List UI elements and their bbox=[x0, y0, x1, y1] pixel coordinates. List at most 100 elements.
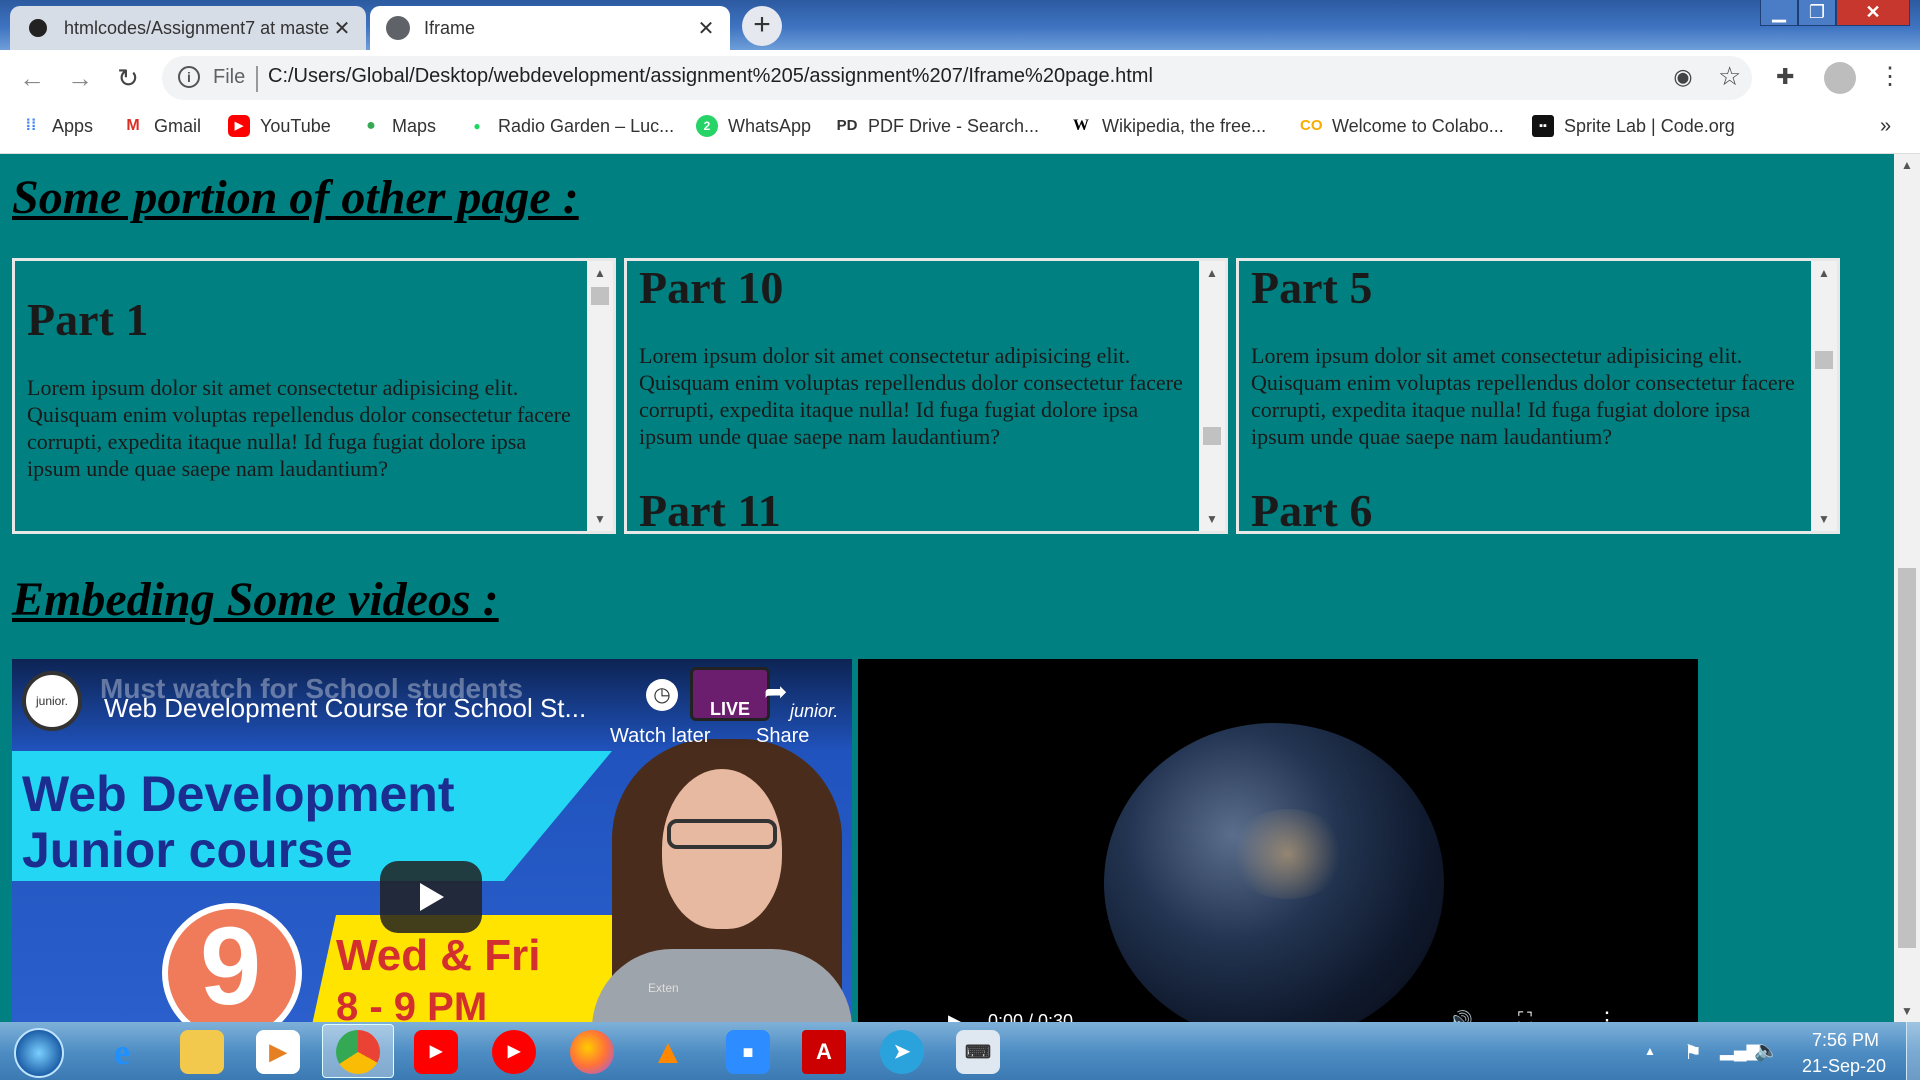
new-tab-button[interactable]: + bbox=[742, 6, 782, 46]
reload-button[interactable]: ↻ bbox=[112, 62, 144, 94]
gmail-icon: M bbox=[126, 117, 140, 134]
video-menu-icon[interactable]: ⋮ bbox=[1596, 1007, 1618, 1023]
youtube-music-icon[interactable]: ▶ bbox=[492, 1030, 536, 1074]
iframe-part-10[interactable]: Part 10 Lorem ipsum dolor sit amet conse… bbox=[624, 258, 1228, 534]
bookmark-maps[interactable]: ● Maps bbox=[360, 114, 436, 138]
tab-github[interactable]: htmlcodes/Assignment7 at maste ✕ bbox=[10, 6, 366, 50]
bookmark-label: Wikipedia, the free... bbox=[1102, 115, 1267, 136]
code-org-icon: ▪▪ bbox=[1532, 115, 1554, 137]
scroll-up-arrow-icon[interactable]: ▲ bbox=[1811, 261, 1837, 285]
iframe-part-5[interactable]: Part 5 Lorem ipsum dolor sit amet consec… bbox=[1236, 258, 1840, 534]
scroll-thumb[interactable] bbox=[1815, 351, 1833, 369]
menu-icon[interactable]: ⋮ bbox=[1878, 62, 1902, 92]
telegram-icon[interactable]: ➤ bbox=[880, 1030, 924, 1074]
youtube-app-icon[interactable]: ▶ bbox=[414, 1030, 458, 1074]
bookmark-colab[interactable]: CO Welcome to Colabo... bbox=[1300, 114, 1504, 138]
maximize-button[interactable]: ❐ bbox=[1798, 0, 1836, 26]
scroll-up-arrow-icon[interactable]: ▲ bbox=[1894, 154, 1920, 176]
bookmark-label: Maps bbox=[392, 115, 437, 136]
youtube-icon: ▶ bbox=[228, 115, 250, 137]
tab-close-button[interactable]: ✕ bbox=[694, 16, 718, 41]
close-window-button[interactable]: ✕ bbox=[1836, 0, 1910, 26]
bookmark-label: PDF Drive - Search... bbox=[868, 115, 1040, 136]
iframe-scrollbar[interactable]: ▲ ▼ bbox=[1811, 261, 1837, 531]
part-heading: Part 5 bbox=[1251, 262, 1373, 313]
scroll-up-arrow-icon[interactable]: ▲ bbox=[1199, 261, 1225, 285]
info-icon[interactable]: i bbox=[178, 66, 200, 88]
clock-time[interactable]: 7:56 PM bbox=[1812, 1030, 1879, 1051]
url-text[interactable]: C:/Users/Global/Desktop/webdevelopment/a… bbox=[268, 65, 1153, 88]
channel-avatar[interactable]: junior. bbox=[22, 671, 82, 731]
scroll-thumb[interactable] bbox=[591, 287, 609, 305]
live-badge: LIVE bbox=[690, 667, 770, 721]
on-screen-keyboard-icon[interactable]: ⌨ bbox=[956, 1030, 1000, 1074]
bookmark-code-org[interactable]: ▪▪ Sprite Lab | Code.org bbox=[1532, 114, 1735, 138]
profile-avatar[interactable] bbox=[1824, 62, 1856, 94]
back-button[interactable]: ← bbox=[16, 62, 48, 94]
forward-button[interactable]: → bbox=[64, 62, 96, 94]
eye-off-icon[interactable]: ◉ bbox=[1670, 64, 1696, 90]
video-title[interactable]: Web Development Course for School St... bbox=[104, 693, 586, 724]
volume-icon[interactable]: 🔊 bbox=[1448, 1009, 1473, 1023]
more-bookmarks-button[interactable]: » bbox=[1880, 114, 1891, 138]
bookmark-apps[interactable]: ⁞⁞ Apps bbox=[20, 114, 93, 138]
video-player[interactable]: ▶ 0:00 / 0:30 🔊 ⛶ ⋮ bbox=[858, 659, 1698, 1023]
share-icon[interactable]: ➦ bbox=[764, 677, 800, 707]
zoom-icon[interactable]: ■ bbox=[726, 1030, 770, 1074]
bookmark-whatsapp[interactable]: 2 WhatsApp bbox=[696, 114, 811, 138]
page-scrollbar[interactable]: ▲ ▼ bbox=[1894, 154, 1920, 1022]
iframe-part-1[interactable]: Part 1 Lorem ipsum dolor sit amet consec… bbox=[12, 258, 616, 534]
address-divider bbox=[256, 66, 258, 92]
youtube-embed[interactable]: Web Development Junior course 9 Wed & Fr… bbox=[12, 659, 852, 1023]
thumbnail-line2: Junior course bbox=[22, 822, 353, 878]
play-icon bbox=[420, 883, 444, 911]
bookmark-wikipedia[interactable]: W Wikipedia, the free... bbox=[1070, 114, 1266, 138]
chrome-icon[interactable] bbox=[336, 1030, 380, 1074]
firefox-icon[interactable] bbox=[570, 1030, 614, 1074]
bookmark-radio-garden[interactable]: ● Radio Garden – Luc... bbox=[466, 114, 674, 138]
action-center-flag-icon[interactable]: ⚑ bbox=[1684, 1040, 1702, 1065]
watch-later-button[interactable]: Watch later bbox=[610, 725, 710, 748]
share-button[interactable]: Share bbox=[756, 725, 809, 748]
scroll-down-arrow-icon[interactable]: ▼ bbox=[587, 507, 613, 531]
minimize-button[interactable]: ▁ bbox=[1760, 0, 1798, 26]
scroll-down-arrow-icon[interactable]: ▼ bbox=[1199, 507, 1225, 531]
bookmark-youtube[interactable]: ▶ YouTube bbox=[228, 114, 331, 138]
scroll-up-arrow-icon[interactable]: ▲ bbox=[587, 261, 613, 285]
vlc-icon[interactable]: ▲ bbox=[646, 1030, 690, 1074]
acrobat-icon[interactable]: A bbox=[802, 1030, 846, 1074]
file-explorer-icon[interactable] bbox=[180, 1030, 224, 1074]
clock-date[interactable]: 21-Sep-20 bbox=[1802, 1056, 1886, 1077]
star-icon[interactable]: ☆ bbox=[1718, 62, 1744, 90]
tab-close-button[interactable]: ✕ bbox=[330, 16, 354, 41]
internet-explorer-icon[interactable]: e bbox=[100, 1030, 144, 1074]
show-desktop-button[interactable] bbox=[1906, 1022, 1920, 1080]
scroll-thumb[interactable] bbox=[1203, 427, 1221, 445]
thumbnail-time: 8 - 9 PM bbox=[336, 985, 488, 1023]
github-icon bbox=[26, 16, 50, 40]
part-heading: Part 10 bbox=[639, 262, 784, 313]
start-button[interactable] bbox=[14, 1028, 64, 1078]
media-player-icon[interactable]: ▶ bbox=[256, 1030, 300, 1074]
bookmark-pdf-drive[interactable]: PD PDF Drive - Search... bbox=[836, 114, 1039, 138]
scroll-down-arrow-icon[interactable]: ▼ bbox=[1811, 507, 1837, 531]
scroll-thumb[interactable] bbox=[1898, 568, 1916, 948]
clock-icon[interactable]: ◷ bbox=[646, 679, 678, 711]
tray-expand-button[interactable]: ▲ bbox=[1644, 1044, 1656, 1058]
file-scheme-label: File bbox=[213, 66, 246, 88]
iframe-scrollbar[interactable]: ▲ ▼ bbox=[1199, 261, 1225, 531]
part-heading: Part 11 bbox=[639, 485, 781, 534]
extensions-icon[interactable]: ✚ bbox=[1776, 64, 1802, 90]
iframe-content: Part 1 Lorem ipsum dolor sit amet consec… bbox=[27, 293, 583, 482]
wikipedia-icon: W bbox=[1073, 117, 1089, 134]
fullscreen-icon[interactable]: ⛶ bbox=[1518, 1009, 1532, 1023]
volume-tray-icon[interactable]: 🔈 bbox=[1754, 1038, 1779, 1063]
part-heading: Part 6 bbox=[1251, 485, 1373, 534]
play-button[interactable] bbox=[380, 861, 482, 933]
presenter-shirt bbox=[592, 949, 852, 1023]
tab-iframe[interactable]: Iframe ✕ bbox=[370, 6, 730, 50]
scroll-down-arrow-icon[interactable]: ▼ bbox=[1894, 1000, 1920, 1022]
part-text: Lorem ipsum dolor sit amet consectetur a… bbox=[1251, 343, 1795, 449]
bookmark-gmail[interactable]: M Gmail bbox=[122, 114, 201, 138]
iframe-scrollbar[interactable]: ▲ ▼ bbox=[587, 261, 613, 531]
